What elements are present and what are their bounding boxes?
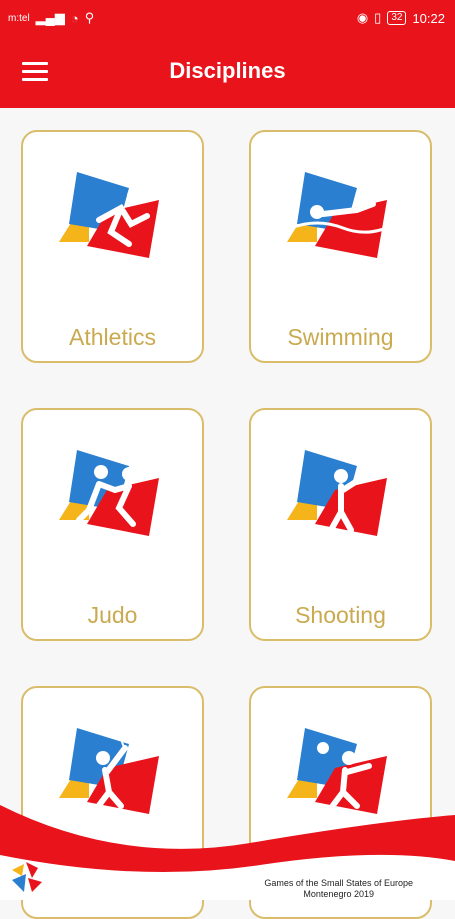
shooting-icon <box>287 450 387 536</box>
discipline-card-swimming[interactable]: Swimming <box>249 130 432 363</box>
discipline-label: Athletics <box>69 324 156 350</box>
discipline-label: Shooting <box>295 602 386 628</box>
footer-line-2: Montenegro 2019 <box>303 889 374 899</box>
athletics-icon <box>59 172 159 258</box>
eye-icon: ◉ <box>356 10 369 25</box>
judo-icon <box>59 450 159 536</box>
page-title: Disciplines <box>169 58 286 83</box>
footer-caption: Games of the Small States of Europe Mont… <box>264 878 413 900</box>
discipline-card-judo[interactable]: Judo <box>21 408 204 641</box>
status-bar: m:tel ▂▄▆ ◔ ⚲ ◉ ▯ 32 10:22 <box>0 0 455 36</box>
discipline-card-shooting[interactable]: Shooting <box>249 408 432 641</box>
discipline-label: Judo <box>87 602 138 628</box>
swimming-icon <box>287 172 396 258</box>
discipline-card-athletics[interactable]: Athletics <box>21 130 204 363</box>
app-bar: Disciplines <box>0 36 455 108</box>
clock: 10:22 <box>412 10 445 26</box>
footer-line-1: Games of the Small States of Europe <box>264 878 413 888</box>
games-logo-icon <box>12 862 42 892</box>
carrier-label: m:tel <box>8 12 30 24</box>
signal-icon: ▂▄▆ <box>35 10 65 25</box>
battery-icon: 32 <box>387 11 407 25</box>
wifi-icon: ◔ <box>70 10 79 26</box>
discipline-label: Swimming <box>287 324 394 350</box>
usb-icon: ⚲ <box>84 10 95 25</box>
vibrate-icon: ▯ <box>374 10 382 25</box>
